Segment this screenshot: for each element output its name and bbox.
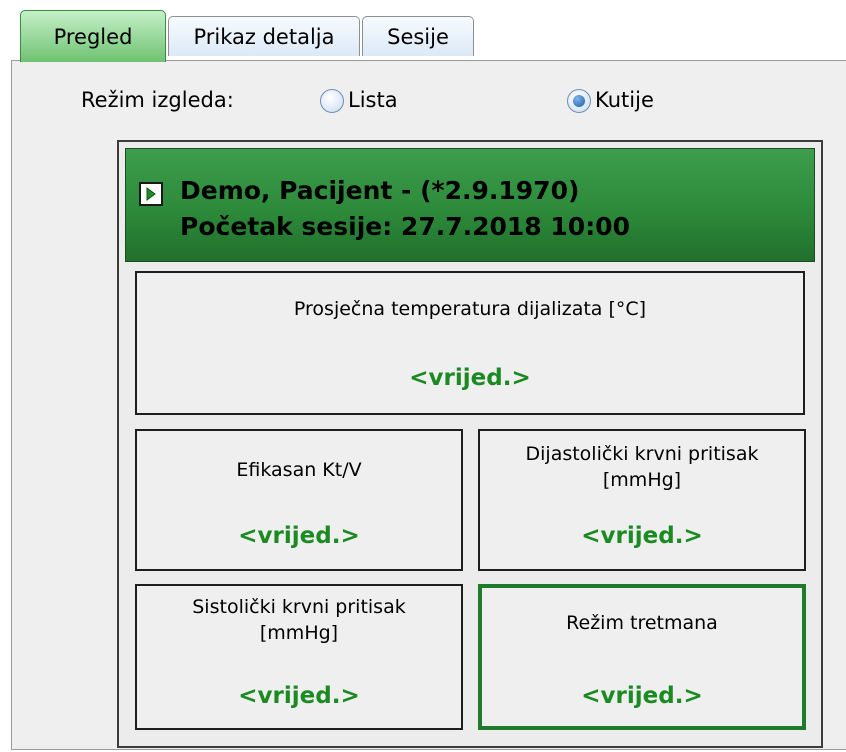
box-value: <vrijed.>: [581, 523, 703, 549]
box-label: Prosječna temperatura dijalizata [°C]: [293, 298, 647, 320]
tab-label: Prikaz detalja: [193, 24, 335, 49]
tab-sesije[interactable]: Sesije: [362, 16, 474, 56]
radio-kutije[interactable]: [567, 89, 591, 113]
radio-lista[interactable]: [320, 89, 344, 113]
tab-bar: Pregled Prikaz detalja Sesije: [0, 0, 846, 62]
view-mode-label: Režim izgleda:: [81, 88, 234, 112]
box-label: Efikasan Kt/V: [236, 459, 362, 481]
box-systolic-bp[interactable]: Sistolički krvni pritisak [mmHg] <vrijed…: [135, 584, 463, 730]
box-value: <vrijed.>: [409, 365, 531, 391]
session-start: Početak sesije: 27.7.2018 10:00: [180, 212, 630, 241]
radio-lista-label[interactable]: Lista: [348, 88, 398, 112]
box-effective-ktv[interactable]: Efikasan Kt/V <vrijed.>: [135, 429, 463, 571]
box-label: Režim tretmana: [566, 612, 718, 634]
tab-pregled[interactable]: Pregled: [20, 10, 166, 62]
box-avg-dialysate-temp[interactable]: Prosječna temperatura dijalizata [°C] <v…: [135, 271, 805, 415]
box-label: Dijastolički krvni pritisak [mmHg]: [525, 443, 759, 491]
tab-label: Pregled: [53, 24, 133, 49]
box-value: <vrijed.>: [581, 683, 703, 709]
radio-kutije-label[interactable]: Kutije: [595, 88, 654, 112]
patient-card-header[interactable]: [125, 148, 815, 262]
radio-selected-dot: [573, 95, 585, 107]
box-value: <vrijed.>: [238, 683, 360, 709]
box-label: Sistolički krvni pritisak [mmHg]: [192, 596, 406, 644]
box-value: <vrijed.>: [238, 523, 360, 549]
tab-prikaz-detalja[interactable]: Prikaz detalja: [168, 16, 360, 56]
patient-name: Demo, Pacijent - (*2.9.1970): [180, 176, 580, 205]
box-treatment-mode[interactable]: Režim tretmana <vrijed.>: [478, 584, 806, 730]
box-diastolic-bp[interactable]: Dijastolički krvni pritisak [mmHg] <vrij…: [478, 429, 806, 571]
expand-arrow-icon[interactable]: [139, 182, 163, 206]
tab-label: Sesije: [387, 24, 449, 49]
